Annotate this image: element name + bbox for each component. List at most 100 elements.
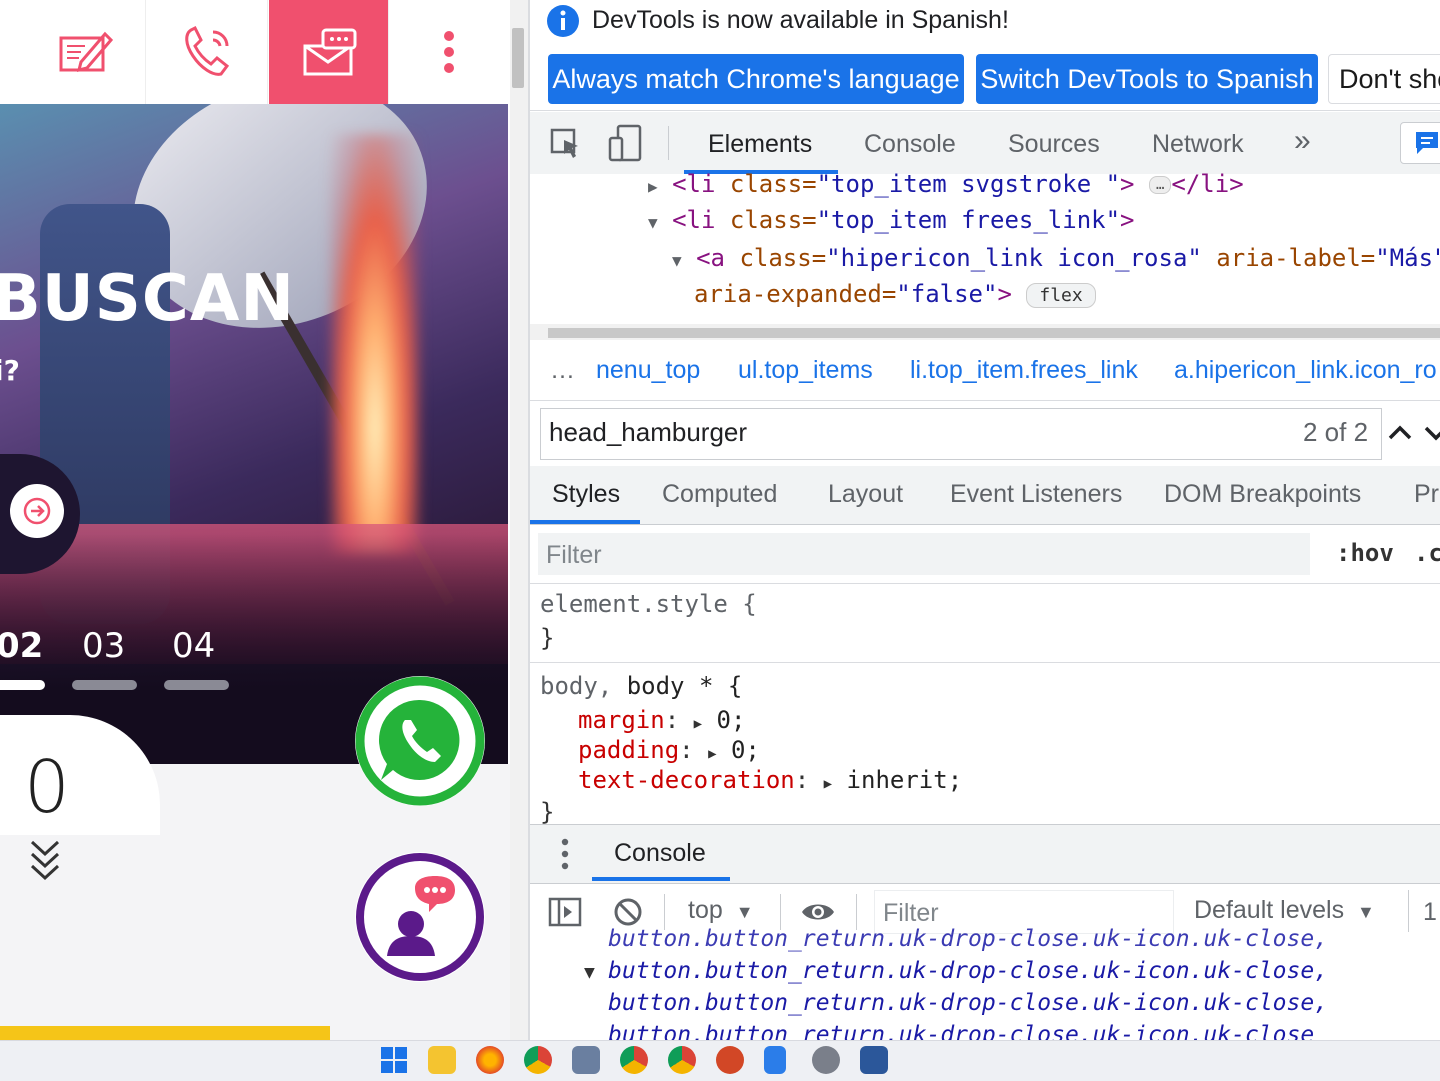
firefox-icon[interactable] — [476, 1046, 504, 1074]
inspect-element-icon[interactable] — [550, 128, 582, 160]
dom-tree: ▶ <li class="top_item svgstroke "> … </li… — [530, 170, 1440, 324]
collapse-triangle-icon[interactable]: ▼ — [584, 962, 595, 983]
breadcrumb-item[interactable]: nenu_top — [596, 356, 700, 385]
file-explorer-icon[interactable] — [428, 1046, 456, 1074]
console-line[interactable]: button.button_return.uk-drop-close.uk-ic… — [608, 990, 1328, 1016]
chrome-profile-2-icon[interactable] — [668, 1046, 696, 1074]
issues-count[interactable]: 1 — [1408, 890, 1440, 932]
collapsed-children-badge[interactable]: … — [1148, 176, 1172, 194]
hero-image-firework — [330, 134, 420, 554]
message-button[interactable] — [269, 0, 389, 104]
dom-node-a-continued[interactable]: aria-expanded="false"> flex — [694, 280, 1096, 308]
dom-tag: > — [1120, 170, 1135, 198]
search-prev-button[interactable] — [1382, 414, 1418, 450]
hero-next-button[interactable] — [10, 484, 64, 538]
chrome-profile-icon[interactable] — [620, 1046, 648, 1074]
breadcrumb-item-current[interactable]: a.hipericon_link.icon_ro — [1174, 356, 1437, 385]
selector-part: * { — [684, 672, 743, 700]
device-toolbar-icon[interactable] — [608, 124, 642, 162]
class-toggle[interactable]: .c — [1414, 539, 1440, 567]
expand-triangle-icon[interactable]: ▶ — [708, 746, 716, 762]
dom-tag: </li> — [1171, 170, 1244, 198]
subtab-layout[interactable]: Layout — [828, 480, 903, 509]
tab-network[interactable]: Network — [1152, 130, 1244, 159]
slide-indicator-02[interactable]: 02 — [0, 626, 43, 666]
website-scrollbar[interactable] — [510, 0, 528, 1040]
subtab-styles[interactable]: Styles — [552, 480, 620, 509]
live-expression-eye-icon[interactable] — [800, 898, 836, 926]
more-options-button[interactable] — [390, 0, 508, 104]
log-levels-dropdown[interactable]: Default levels ▼ — [1194, 896, 1375, 925]
tab-sources[interactable]: Sources — [1008, 130, 1100, 159]
website-scrollbar-thumb[interactable] — [512, 28, 524, 88]
slide-indicator-03[interactable]: 03 — [82, 626, 125, 666]
body-rule-selector[interactable]: body, body * { — [540, 672, 742, 700]
dom-attr-value: "top_item svgstroke " — [816, 170, 1121, 198]
expand-triangle-icon[interactable]: ▶ — [824, 776, 832, 792]
notepad-icon[interactable] — [764, 1046, 786, 1074]
hover-state-toggle[interactable]: :hov — [1336, 539, 1394, 567]
css-property-padding[interactable]: padding: ▶ 0; — [578, 736, 760, 764]
drawer-menu-icon[interactable] — [560, 837, 570, 871]
css-property-text-decoration[interactable]: text-decoration: ▶ inherit; — [578, 766, 962, 794]
slide-indicator-04[interactable]: 04 — [172, 626, 215, 666]
switch-to-spanish-button[interactable]: Switch DevTools to Spanish — [976, 54, 1318, 104]
always-match-language-button[interactable]: Always match Chrome's language — [548, 54, 964, 104]
breadcrumb-item[interactable]: li.top_item.frees_link — [910, 356, 1138, 385]
issues-button[interactable] — [1400, 122, 1440, 164]
slide-bar-active — [0, 680, 45, 690]
collapse-triangle-icon[interactable]: ▼ — [648, 213, 658, 232]
hero-banner: BUSCAN i? 02 03 04 — [0, 104, 508, 764]
subtab-properties[interactable]: Pr — [1414, 480, 1439, 509]
expand-triangle-icon[interactable]: ▶ — [694, 716, 702, 732]
website-viewport: BUSCAN i? 02 03 04 0 — [0, 0, 510, 1040]
chat-support-button[interactable] — [355, 852, 485, 982]
network-app-icon[interactable] — [572, 1046, 600, 1074]
chrome-icon[interactable] — [524, 1046, 552, 1074]
dom-node-li-svgstroke[interactable]: ▶ <li class="top_item svgstroke "> … </li… — [648, 170, 1244, 198]
console-line[interactable]: button.button_return.uk-drop-close.uk-ic… — [608, 926, 1328, 952]
search-next-button[interactable] — [1422, 414, 1440, 450]
dom-search-input[interactable]: head_hamburger — [549, 417, 747, 448]
dom-attr-value: "top_item frees_link" — [816, 206, 1121, 234]
console-line[interactable]: button.button_return.uk-drop-close.uk-ic… — [608, 958, 1328, 984]
dom-tag: > — [1120, 206, 1135, 234]
sidebar-toggle-icon[interactable] — [548, 896, 582, 928]
breadcrumb-item[interactable]: ul.top_items — [738, 356, 873, 385]
edit-button[interactable] — [25, 0, 146, 104]
element-style-selector[interactable]: element.style { — [540, 590, 757, 618]
drawer-tab-console[interactable]: Console — [614, 839, 706, 868]
css-property-name: padding — [578, 736, 680, 764]
whatsapp-button[interactable] — [355, 676, 485, 806]
clear-console-icon[interactable] — [612, 896, 644, 928]
dom-node-a-hipericon[interactable]: ▼ <a class="hipericon_link icon_rosa" ar… — [672, 244, 1440, 272]
settings-gear-icon[interactable] — [812, 1046, 840, 1074]
collapse-triangle-icon[interactable]: ▼ — [672, 251, 682, 270]
dont-show-again-button[interactable]: Don't sho — [1328, 54, 1440, 104]
subtab-event-listeners[interactable]: Event Listeners — [950, 480, 1122, 509]
context-selector[interactable]: top ▼ — [688, 896, 754, 925]
console-line[interactable]: button.button_return.uk-drop-close.uk-ic… — [608, 1022, 1314, 1040]
word-icon[interactable] — [860, 1046, 888, 1074]
start-windows-icon[interactable] — [380, 1046, 408, 1074]
hero-title: BUSCAN — [0, 262, 295, 336]
dom-node-li-frees-link[interactable]: ▼ <li class="top_item frees_link"> — [648, 206, 1135, 234]
breadcrumb-overflow[interactable]: … — [550, 356, 575, 385]
css-property-margin[interactable]: margin: ▶ 0; — [578, 706, 745, 734]
dom-horizontal-scrollbar-thumb[interactable] — [548, 328, 1440, 338]
chevrons-down-icon[interactable] — [28, 838, 62, 884]
powerpoint-icon[interactable] — [716, 1046, 744, 1074]
dom-tag: > — [997, 280, 1012, 308]
tab-elements[interactable]: Elements — [708, 130, 812, 159]
more-vertical-icon — [444, 31, 454, 73]
phone-button[interactable] — [147, 0, 268, 104]
styles-filter-input[interactable]: Filter — [538, 533, 1310, 575]
tab-console[interactable]: Console — [864, 130, 956, 159]
rule-close-brace: } — [540, 798, 555, 826]
more-tabs-button[interactable]: » — [1294, 124, 1311, 158]
rule-close-brace: } — [540, 624, 555, 652]
subtab-computed[interactable]: Computed — [662, 480, 777, 509]
subtab-dom-breakpoints[interactable]: DOM Breakpoints — [1164, 480, 1361, 509]
flex-badge[interactable]: flex — [1026, 282, 1096, 308]
expand-triangle-icon[interactable]: ▶ — [648, 177, 658, 196]
